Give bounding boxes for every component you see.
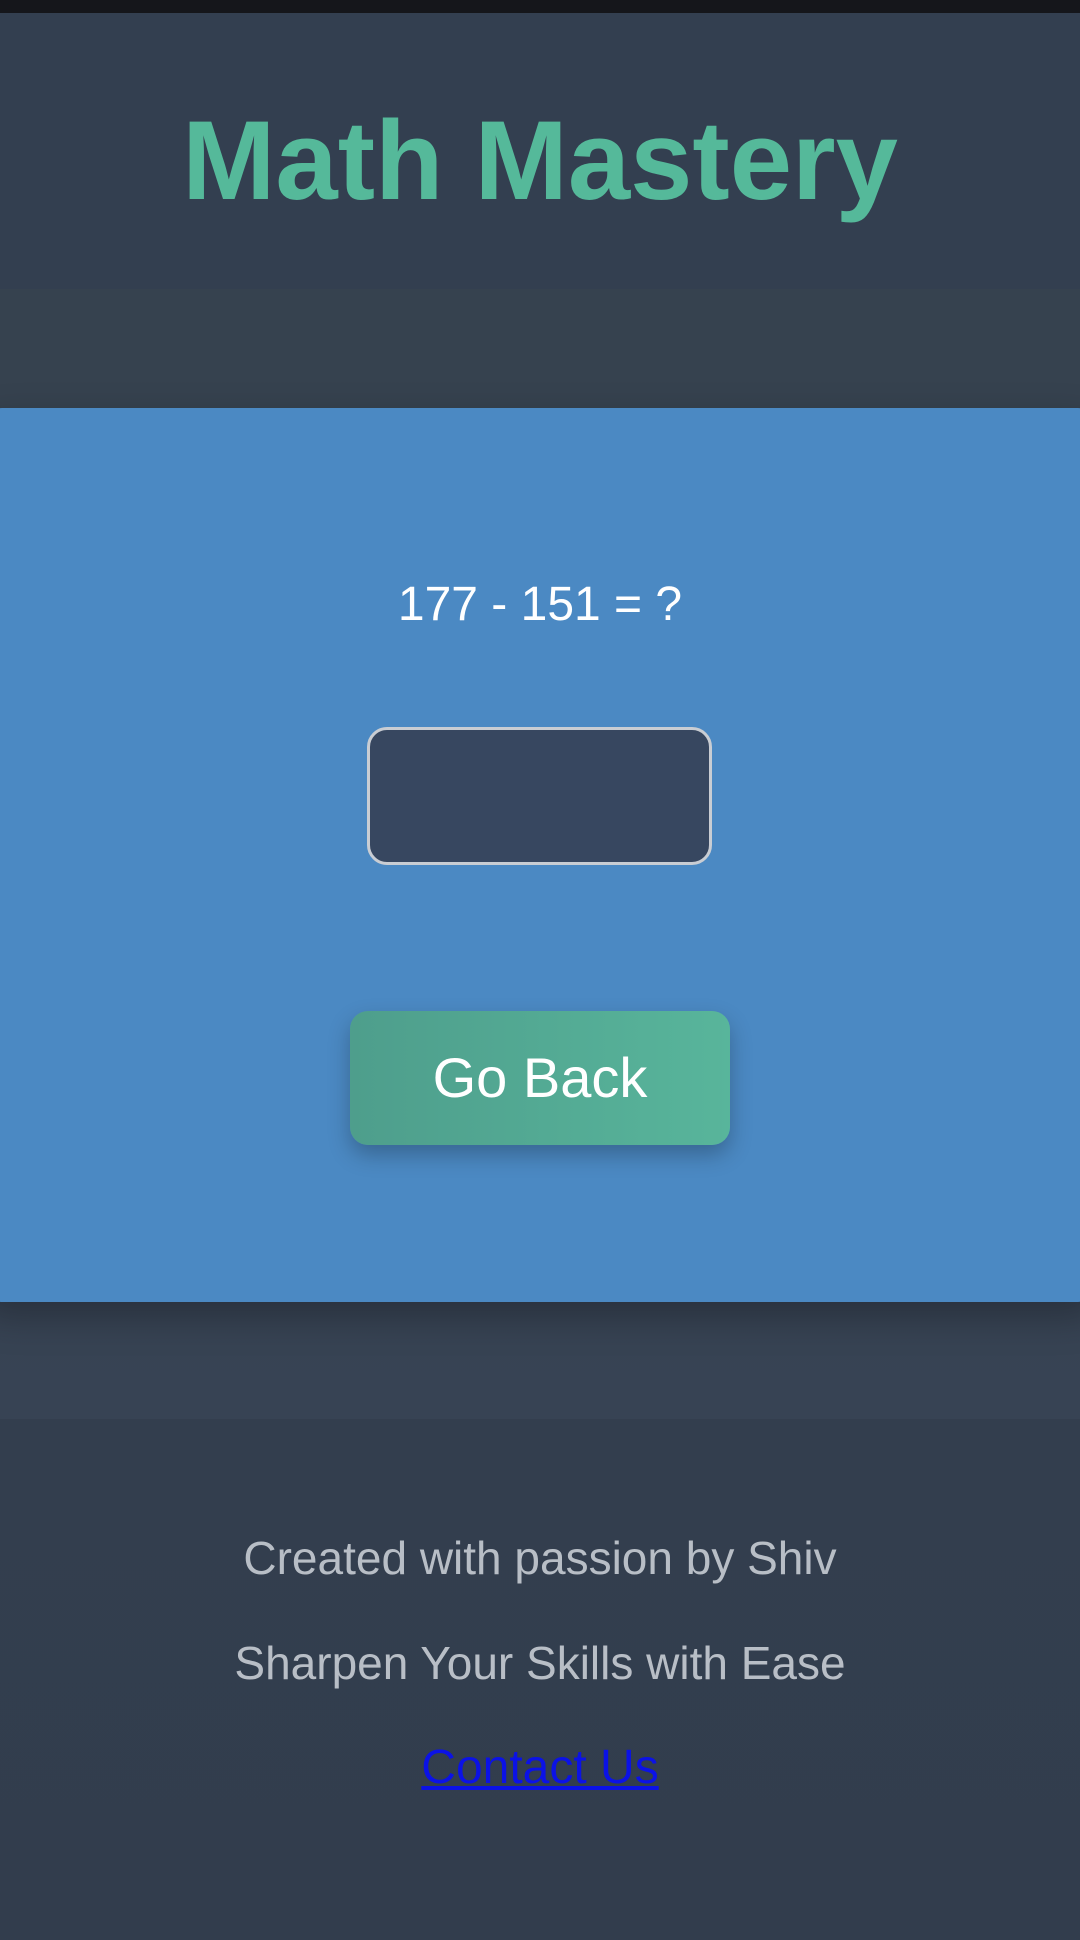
footer-credit: Created with passion by Shiv bbox=[243, 1532, 837, 1584]
question-text: 177 - 151 = ? bbox=[397, 578, 683, 631]
contact-us-link[interactable]: Contact Us bbox=[0, 1738, 1080, 1798]
footer-tagline: Sharpen Your Skills with Ease bbox=[234, 1637, 846, 1689]
status-bar bbox=[0, 0, 1080, 13]
app-title: Math Mastery bbox=[182, 98, 898, 223]
answer-input[interactable] bbox=[367, 727, 712, 865]
go-back-button[interactable]: Go Back bbox=[350, 1011, 730, 1145]
app-header: Math Mastery bbox=[0, 13, 1080, 289]
